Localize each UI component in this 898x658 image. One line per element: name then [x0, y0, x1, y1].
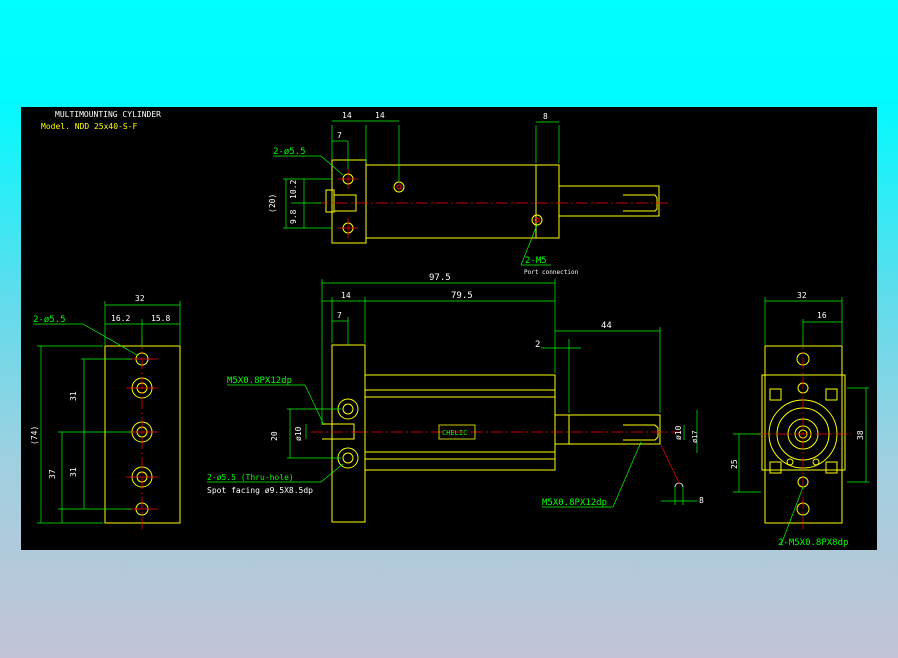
left-dim-74: (74) — [30, 426, 39, 445]
left-dim-31-b: 31 — [69, 467, 78, 477]
front-dim-97-5: 97.5 — [429, 273, 451, 283]
top-body — [365, 164, 560, 239]
top-dim-14-left: 14 — [342, 111, 352, 120]
left-dim-32: 32 — [135, 294, 145, 303]
right-dim-38: 38 — [856, 430, 865, 440]
top-dim-7: 7 — [337, 131, 342, 140]
front-dim-79-5: 79.5 — [451, 291, 473, 301]
front-dim-2: 2 — [535, 340, 540, 350]
top-hole-label: 2-ø5.5 — [273, 147, 306, 157]
front-thread-right: M5X0.8PX12dp — [542, 498, 607, 508]
front-dim-7: 7 — [337, 311, 342, 320]
top-dim-8: 8 — [543, 112, 548, 121]
top-port-label: 2-M5 — [525, 256, 547, 266]
front-mount-plate — [331, 344, 366, 523]
front-dim-10-left: ø10 — [294, 426, 303, 441]
cad-drawing: MULTIMOUNTING CYLINDER Model. NDD 25x40-… — [21, 107, 877, 550]
top-port-1 — [393, 181, 405, 193]
cad-canvas: MULTIMOUNTING CYLINDER Model. NDD 25x40-… — [30, 110, 869, 548]
top-dim-10-2: 10.2 — [289, 180, 298, 199]
front-dim-17: ø17 — [691, 430, 699, 443]
top-dim-9-8: 9.8 — [289, 209, 298, 224]
front-dim-10-right: ø10 — [674, 425, 683, 440]
left-dim-31-a: 31 — [69, 391, 78, 401]
left-view: 32 16.2 15.8 2-ø5.5 (74) 31 31 37 — [30, 294, 181, 532]
front-view: CHELIC 97.5 14 79.5 7 44 2 20 ø10 ø10 ø1… — [207, 273, 704, 523]
front-brand: CHELIC — [442, 429, 467, 437]
front-dim-8: 8 — [699, 496, 704, 505]
top-dim-20: (20) — [268, 194, 277, 213]
front-dim-20: 20 — [270, 431, 279, 441]
front-spot-note: Spot facing ø9.5X8.5dp — [207, 486, 313, 495]
top-port-2 — [531, 214, 543, 226]
left-dim-15-8: 15.8 — [151, 314, 170, 323]
right-dim-25: 25 — [730, 459, 739, 469]
drawing-title: MULTIMOUNTING CYLINDER — [55, 110, 161, 119]
model-label: Model. NDD 25x40-S-F — [41, 122, 138, 131]
right-view: 32 16 38 25 2-M5X0.8PX8dp — [730, 291, 869, 548]
left-hole-label: 2-ø5.5 — [33, 315, 66, 325]
top-view: 14 14 7 8 2-ø5.5 (20) 10.2 9.8 2-M5 Port… — [268, 111, 671, 276]
top-dim-14-right: 14 — [375, 111, 385, 120]
front-dim-14: 14 — [341, 291, 351, 300]
right-thread-label: 2-M5X0.8PX8dp — [778, 538, 848, 548]
front-dim-44: 44 — [601, 321, 612, 331]
front-body — [364, 374, 556, 471]
left-body — [104, 345, 181, 524]
front-thread-left: M5X0.8PX12dp — [227, 376, 292, 386]
left-dim-37: 37 — [48, 469, 57, 479]
front-hole-note: 2-ø5.5 (Thru-hole) — [207, 473, 294, 482]
left-dim-16-2: 16.2 — [111, 314, 130, 323]
right-dim-16: 16 — [817, 311, 827, 320]
top-mount-plate — [331, 159, 367, 244]
right-dim-32: 32 — [797, 291, 807, 300]
top-port-note: Port connection — [524, 269, 579, 276]
